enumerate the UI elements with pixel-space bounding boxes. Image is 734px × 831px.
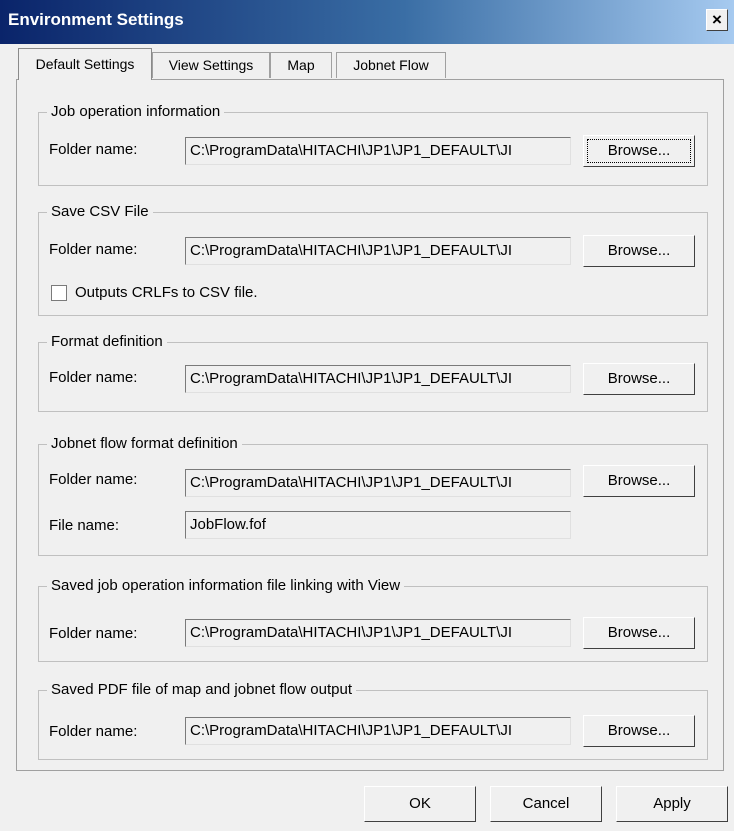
group-legend: Save CSV File (47, 203, 153, 220)
folder-name-label: Folder name: (49, 471, 138, 488)
jobnet-flow-folder-field[interactable]: C:\ProgramData\HITACHI\JP1\JP1_DEFAULT\J… (185, 469, 571, 497)
group-legend: Jobnet flow format definition (47, 435, 242, 452)
folder-name-label: Folder name: (49, 723, 138, 740)
tab-map[interactable]: Map (270, 52, 332, 78)
format-definition-group: Format definition Folder name: C:\Progra… (38, 333, 708, 412)
apply-button[interactable]: Apply (616, 786, 728, 822)
saved-pdf-browse-button[interactable]: Browse... (583, 715, 695, 747)
job-operation-folder-field[interactable]: C:\ProgramData\HITACHI\JP1\JP1_DEFAULT\J… (185, 137, 571, 165)
crlf-checkbox-label: Outputs CRLFs to CSV file. (75, 284, 258, 301)
jobnet-flow-browse-button[interactable]: Browse... (583, 465, 695, 497)
job-operation-group: Job operation information Folder name: C… (38, 103, 708, 186)
ok-button[interactable]: OK (364, 786, 476, 822)
environment-settings-dialog: Environment Settings × Default Settings … (0, 0, 734, 831)
saved-pdf-group: Saved PDF file of map and jobnet flow ou… (38, 681, 708, 760)
title-bar[interactable]: Environment Settings × (0, 0, 734, 44)
group-legend: Saved job operation information file lin… (47, 577, 405, 594)
format-definition-folder-field[interactable]: C:\ProgramData\HITACHI\JP1\JP1_DEFAULT\J… (185, 365, 571, 393)
save-csv-folder-field[interactable]: C:\ProgramData\HITACHI\JP1\JP1_DEFAULT\J… (185, 237, 571, 265)
folder-name-label: Folder name: (49, 141, 138, 158)
job-operation-browse-button[interactable]: Browse... (583, 135, 695, 167)
close-icon[interactable]: × (706, 9, 728, 31)
jobnet-flow-format-group: Jobnet flow format definition Folder nam… (38, 435, 708, 556)
file-name-label: File name: (49, 517, 120, 534)
tab-default-settings[interactable]: Default Settings (18, 48, 152, 80)
window-title: Environment Settings (8, 10, 184, 29)
format-definition-browse-button[interactable]: Browse... (583, 363, 695, 395)
group-legend: Job operation information (47, 103, 225, 120)
saved-job-view-browse-button[interactable]: Browse... (583, 617, 695, 649)
jobnet-flow-file-field[interactable]: JobFlow.fof (185, 511, 571, 539)
group-legend: Format definition (47, 333, 167, 350)
save-csv-browse-button[interactable]: Browse... (583, 235, 695, 267)
folder-name-label: Folder name: (49, 625, 138, 642)
saved-job-view-group: Saved job operation information file lin… (38, 577, 708, 662)
cancel-button[interactable]: Cancel (490, 786, 602, 822)
group-legend: Saved PDF file of map and jobnet flow ou… (47, 681, 357, 698)
folder-name-label: Folder name: (49, 241, 138, 258)
crlf-checkbox[interactable] (51, 285, 67, 301)
saved-job-view-folder-field[interactable]: C:\ProgramData\HITACHI\JP1\JP1_DEFAULT\J… (185, 619, 571, 647)
tab-view-settings[interactable]: View Settings (152, 52, 270, 78)
tab-jobnet-flow[interactable]: Jobnet Flow (336, 52, 446, 78)
folder-name-label: Folder name: (49, 369, 138, 386)
save-csv-group: Save CSV File Folder name: C:\ProgramDat… (38, 203, 708, 316)
saved-pdf-folder-field[interactable]: C:\ProgramData\HITACHI\JP1\JP1_DEFAULT\J… (185, 717, 571, 745)
